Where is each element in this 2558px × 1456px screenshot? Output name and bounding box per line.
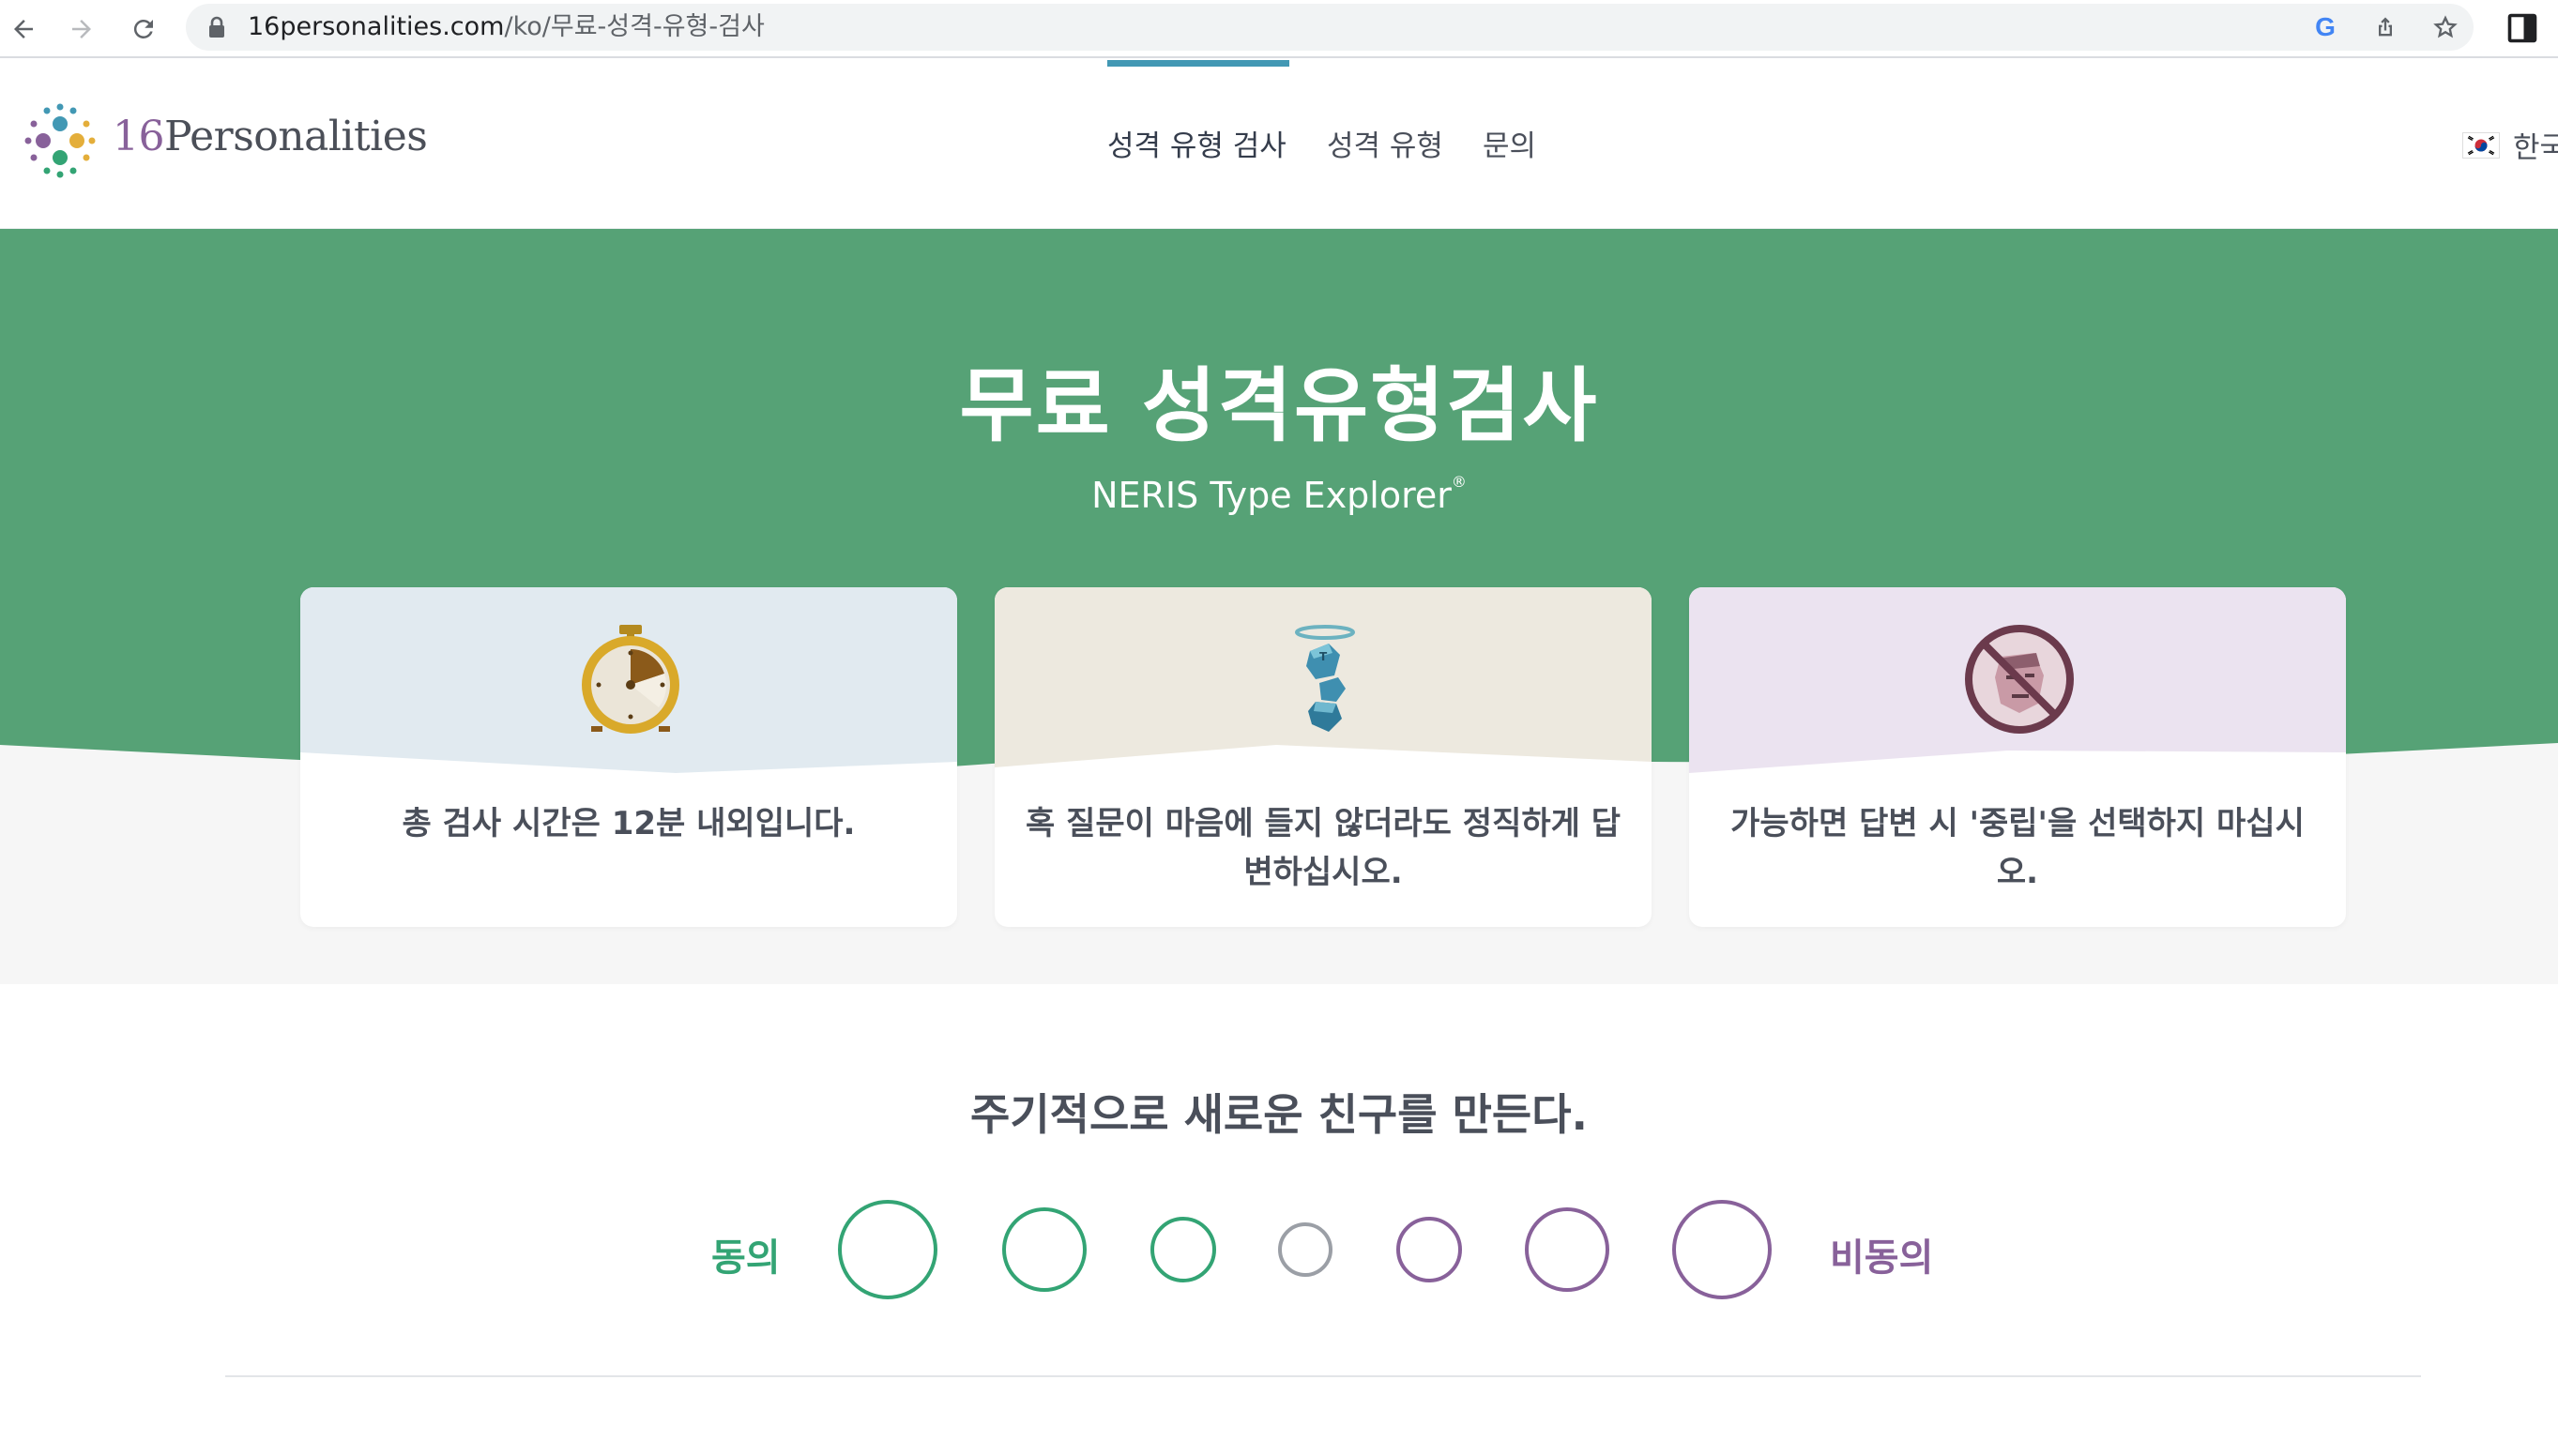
- back-button[interactable]: [4, 9, 43, 49]
- url-path: /ko/무료-성격-유형-검사: [504, 12, 765, 41]
- info-card-time: 총 검사 시간은 12분 내외입니다.: [300, 587, 957, 927]
- answer-option-agree[interactable]: [1002, 1207, 1087, 1292]
- google-icon: G: [2315, 12, 2336, 41]
- google-button[interactable]: G: [2310, 12, 2340, 42]
- info-card-honesty: T 혹 질문이 마음에 들지 않더라도 정직하게 답변하십시오.: [995, 587, 1652, 927]
- main-nav: 성격 유형 검사 성격 유형 문의: [0, 122, 2558, 169]
- disagree-label: 비동의: [1830, 1236, 1934, 1280]
- language-label: 한국: [2513, 131, 2558, 165]
- active-tab-indicator: [1107, 60, 1289, 67]
- svg-text:T: T: [1319, 650, 1328, 663]
- browser-toolbar: 16personalities.com/ko/무료-성격-유형-검사 G: [0, 0, 2558, 58]
- forward-icon: [72, 20, 91, 38]
- share-icon: [2379, 17, 2392, 37]
- hero-title: 무료 성격유형검사: [959, 359, 1599, 453]
- star-icon: [2433, 15, 2458, 38]
- info-card-neutral: 가능하면 답변 시 '중립'을 선택하지 마십시오.: [1689, 587, 2346, 927]
- answer-option-neutral[interactable]: [1278, 1222, 1332, 1277]
- url-host: 16personalities.com: [248, 12, 505, 41]
- site-header: 16Personalities 성격 유형 검사 성격 유형 문의 한국: [0, 60, 2558, 229]
- bookmark-button[interactable]: [2430, 12, 2460, 42]
- url-text: 16personalities.com/ko/무료-성격-유형-검사: [248, 12, 765, 42]
- back-icon: [14, 20, 33, 38]
- lock-icon: [209, 16, 224, 38]
- hero-subtitle: NERIS Type Explorer®: [0, 473, 2558, 516]
- answer-option-strongly-disagree[interactable]: [1672, 1200, 1772, 1299]
- card-text-neutral: 가능하면 답변 시 '중립'을 선택하지 마십시오.: [1730, 805, 2305, 891]
- hero-section: 무료 성격유형검사 NERIS Type Explorer® 총 검사 시간은 …: [0, 229, 2558, 984]
- language-selector[interactable]: 한국: [2462, 124, 2558, 166]
- side-panel-icon[interactable]: [2505, 11, 2539, 45]
- no-neutral-face-icon: [1965, 625, 2074, 734]
- nav-contact[interactable]: 문의: [1483, 122, 1536, 164]
- address-bar[interactable]: 16personalities.com/ko/무료-성격-유형-검사 G: [186, 4, 2474, 51]
- question-divider: [225, 1375, 2421, 1377]
- answer-option-slightly-disagree[interactable]: [1396, 1217, 1462, 1282]
- card-text-honesty: 혹 질문이 마음에 들지 않더라도 정직하게 답변하십시오.: [1025, 805, 1622, 891]
- share-button[interactable]: [2370, 12, 2400, 42]
- nav-personality-types[interactable]: 성격 유형: [1327, 122, 1443, 164]
- korea-flag-icon: [2462, 131, 2500, 159]
- answer-option-slightly-agree[interactable]: [1150, 1217, 1216, 1282]
- forward-button[interactable]: [62, 9, 101, 49]
- nav-personality-test[interactable]: 성격 유형 검사: [1107, 122, 1287, 164]
- subtitle-text: NERIS Type Explorer: [1091, 475, 1452, 516]
- card-text-time: 총 검사 시간은 12분 내외입니다.: [402, 805, 856, 842]
- registered-mark: ®: [1451, 473, 1467, 491]
- question-text: 주기적으로 새로운 친구를 만든다.: [970, 1089, 1588, 1140]
- agree-label: 동의: [711, 1236, 781, 1280]
- stopwatch-icon: [582, 625, 679, 734]
- answer-option-disagree[interactable]: [1525, 1207, 1609, 1292]
- reload-button[interactable]: [124, 9, 163, 49]
- angel-figure-icon: T: [1295, 625, 1355, 732]
- answer-option-strongly-agree[interactable]: [838, 1200, 937, 1299]
- reload-icon: [133, 19, 153, 38]
